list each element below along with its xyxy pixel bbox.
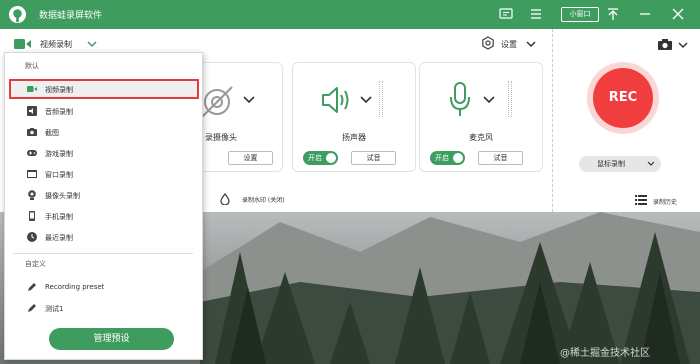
toggle-knob [453,153,463,163]
manage-presets-button[interactable]: 管理预设 [49,328,174,350]
menu-item-test1[interactable]: 测试1 [9,298,199,318]
microphone-card-label: 麦克风 [469,133,493,142]
microphone-card: 麦克风 开启 试音 [419,62,543,172]
speaker-chevron-icon[interactable] [359,95,373,105]
webcam-icon [28,190,36,200]
menu-item-label: 截图 [45,129,59,137]
microphone-level-meter [508,81,512,117]
speaker-toggle[interactable]: 开启 [303,151,338,165]
speaker-test-button[interactable]: 试音 [351,151,396,165]
microphone-toggle[interactable]: 开启 [430,151,465,165]
message-icon[interactable] [498,6,514,22]
mouse-record-button[interactable]: 鼠标录制 [579,156,661,172]
audio-icon [27,106,37,116]
microphone-chevron-icon[interactable] [482,95,496,105]
rec-button[interactable]: REC [593,68,653,128]
menu-item-label: 游戏录制 [45,150,73,158]
record-panel: REC 鼠标录制 录制历史 [552,29,700,212]
clock-icon [27,232,37,242]
title-bar: 数据蛙录屏软件 小窗口 [0,0,700,29]
menu-item-video-record[interactable]: 视频录制 [9,79,199,99]
microphone-toggle-label: 开启 [435,154,449,162]
microphone-test-button[interactable]: 试音 [478,151,523,165]
menu-item-audio-record[interactable]: 音频录制 [9,101,199,121]
preset-icon [28,283,36,291]
watermark-setting-label[interactable]: 录制水印 (关闭) [242,195,285,204]
menu-item-label: 测试1 [45,305,64,313]
mini-window-button[interactable]: 小窗口 [561,7,599,22]
speaker-card: 扬声器 开启 试音 [292,62,416,172]
gamepad-icon [27,150,37,156]
watermark-text: @稀土掘金技术社区 [560,348,650,359]
menu-item-label: 最近录制 [45,234,73,242]
camera-icon [27,128,37,136]
menu-item-game-record[interactable]: 游戏录制 [9,143,199,163]
watermark-drop-icon[interactable] [220,193,230,205]
camera-settings-button[interactable]: 设置 [228,151,273,165]
menu-item-label: 摄像头录制 [45,192,80,200]
menu-divider [13,253,193,254]
video-camera-icon [14,39,31,49]
mode-label[interactable]: 视频录制 [40,39,72,50]
speaker-icon[interactable] [319,83,355,117]
speaker-level-meter [379,81,383,117]
speaker-card-label: 扬声器 [342,133,366,142]
minimize-icon[interactable] [637,6,653,22]
microphone-icon[interactable] [448,81,472,119]
menu-item-phone-record[interactable]: 手机录制 [9,206,199,226]
menu-item-label: 手机录制 [45,213,73,221]
custom-section-header: 自定义 [25,260,46,268]
menu-item-recording-preset[interactable]: Recording preset [9,277,199,297]
pin-icon[interactable] [605,6,621,22]
menu-icon[interactable] [528,6,544,22]
menu-item-label: 视频录制 [45,86,73,94]
settings-chevron-icon[interactable] [525,39,537,49]
mouse-record-label: 鼠标录制 [597,160,625,168]
preset-icon [28,304,36,312]
history-list-icon[interactable] [635,195,647,205]
settings-gear-icon[interactable] [481,36,495,50]
settings-label[interactable]: 设置 [501,39,517,50]
close-icon[interactable] [670,6,686,22]
window-icon [27,170,37,178]
menu-item-label: 窗口录制 [45,171,73,179]
speaker-toggle-label: 开启 [308,154,322,162]
chevron-down-icon [647,161,655,166]
app-title: 数据蛙录屏软件 [39,11,103,21]
menu-item-label: 音频录制 [45,108,73,116]
camera-chevron-icon[interactable] [242,95,256,105]
menu-item-recent-record[interactable]: 最近录制 [9,227,199,247]
mode-dropdown-menu: 默认 视频录制 音频录制 截图 游戏录制 窗口录制 摄像头录制 手机录制 最近录… [4,52,203,360]
chevron-down-icon[interactable] [86,39,98,49]
phone-icon [29,211,35,221]
default-section-header: 默认 [25,62,39,70]
menu-item-window-record[interactable]: 窗口录制 [9,164,199,184]
menu-item-webcam-record[interactable]: 摄像头录制 [9,185,199,205]
menu-item-label: Recording preset [45,283,105,291]
video-camera-icon [27,86,37,92]
menu-item-screenshot[interactable]: 截图 [9,122,199,142]
camera-snapshot-icon[interactable] [657,38,673,51]
snapshot-chevron-icon[interactable] [677,40,689,50]
toggle-knob [326,153,336,163]
recording-history-link[interactable]: 录制历史 [653,197,677,206]
app-logo-icon [8,5,27,24]
